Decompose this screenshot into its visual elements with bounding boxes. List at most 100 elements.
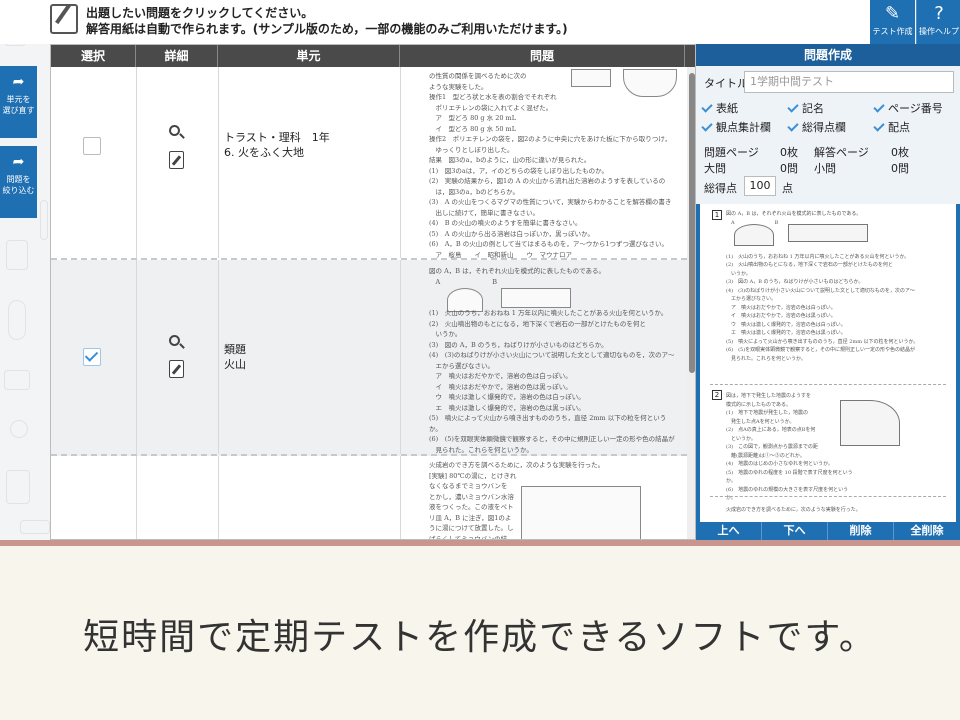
option-cover[interactable]: 表紙 (702, 100, 738, 116)
question-text-line: 操作2 ポリエチレンの袋を，図2のように中央に穴をあけた板に下から取りつけ， (429, 135, 672, 143)
question-icon: ? (934, 3, 944, 24)
caption-banner: 短時間で定期テストを作成できるソフトです。 (0, 540, 960, 720)
total-score-unit: 点 (782, 182, 793, 195)
question-text-line (726, 227, 926, 236)
table-row[interactable]: 火成岩のでき方を調べるために，次のような実験を行った。 [実験] 80℃の湯に，と… (51, 456, 687, 539)
question-text-line: の性質の関係を調べるために次の (429, 72, 527, 80)
panel-settings: タイトル 1学期中間テスト 表紙 記名 ページ番号 観点集計欄 総得点欄 配点 … (696, 66, 960, 204)
table-header: 選択 詳細 単元 問題 (51, 45, 695, 67)
question-text-line: (5) 地震のゆれの程度を 10 段階で表す尺度を何というか。 (726, 469, 853, 485)
question-text-line: (2) 火山噴出物のもとになる，地下深くで岩石の一部がとけたものを何と (429, 319, 646, 328)
option-page-number[interactable]: ページ番号 (874, 100, 943, 116)
table-row[interactable]: 類題 火山 図の A，B は，それぞれ火山を模式的に表したものである。 A B … (51, 260, 687, 456)
question-text-line: 模式的に示したものである。 (726, 401, 791, 408)
caption-text: 短時間で定期テストを作成できるソフトです。 (83, 617, 877, 658)
question-text-line: (2) 実験の結果から，図1の A の火山から流れ出た溶岩のようすを表しているの (429, 177, 666, 185)
test-create-button[interactable]: ✎ テスト作成 (870, 0, 915, 44)
table-scrollbar[interactable] (687, 67, 695, 539)
question-text-line: イ 噴火はおだやかで，溶岩の色は黒っぽい。 (726, 313, 836, 319)
scrollbar-thumb[interactable] (689, 73, 695, 373)
question-text-line: (5) A の火山から出る溶岩は白っぽいか，黒っぽいか。 (429, 229, 594, 238)
question-text-line: は，図3のa，bのどちらか。 (429, 187, 520, 196)
edit-document-icon[interactable] (169, 360, 184, 378)
question-text-line: なくなるまでミョウバンを (429, 482, 508, 490)
question-text-line: (6) (5)を双眼実体顕微鏡で観察すると，その中に規則正しい一定の形や色の結晶… (726, 347, 915, 353)
preview-question-number: 2 (712, 390, 722, 400)
reselect-unit-button[interactable]: ➦ 単元を 選び直す (0, 66, 37, 138)
select-checkbox-checked[interactable] (83, 348, 101, 366)
unit-line-2: 火山 (224, 358, 246, 371)
unit-label: 類題 火山 (224, 342, 246, 372)
question-preview: の性質の関係を調べるために次の ような実験をした。 操作1 型どろ状と水を表の割合で… (429, 71, 679, 260)
question-text-line: いうか。 (726, 270, 751, 277)
question-text-line: というか。 (726, 435, 756, 442)
unit-line-2: 6. 火をふく大地 (224, 146, 304, 159)
instruction-text: 出題したい問題をクリックしてください。 解答用紙は自動で作られます。(サンプル版… (86, 5, 568, 37)
question-text-line: エ 噴火は激しく爆発的で，溶岩の色は黒っぽい。 (429, 403, 585, 412)
answer-pages-label: 解答ページ (814, 146, 869, 159)
question-text-line: 出しに続けて，簡単に書きなさい。 (429, 208, 540, 217)
filter-questions-label-1: 問題を (6, 175, 31, 184)
magnify-icon[interactable] (169, 335, 185, 351)
question-text-line: (3) A の火山をつくるマグマの性質について，実験からわかることを解答欄の書き (429, 198, 672, 206)
preview-question-text: 図の A，B は，それぞれ火山を模式的に表したものである。 A B (1) 火山… (726, 210, 926, 363)
question-text-line: ア 型どろ 80 g 水 20 mL (429, 114, 517, 122)
question-text-line: エから選びなさい。 (429, 361, 495, 370)
document-edit-icon: ✎ (884, 3, 901, 24)
question-text-line: (1) 火山のうち，おおねね 1 万年以内に噴火したことがある火山を何というか。 (429, 309, 668, 317)
question-text-line: リ皿 A，B に注ぎ，図1のよ (429, 513, 512, 522)
reselect-unit-label-2: 選び直す (2, 106, 35, 115)
question-table: 選択 詳細 単元 問題 トラスト・理科 1年 6. 火をふく大地 の性質の関係を… (50, 44, 696, 540)
minor-question-label: 小問 (814, 162, 836, 175)
delete-button[interactable]: 削除 (828, 522, 894, 540)
question-text-line: ア 桜島 イ 昭和新山 ウ マウナロア (429, 250, 573, 259)
total-score-input[interactable]: 100 (744, 176, 776, 196)
move-down-button[interactable]: 下へ (762, 522, 828, 540)
share-arrow-icon: ➦ (12, 74, 25, 90)
title-input[interactable]: 1学期中間テスト (744, 71, 954, 93)
question-text-line: A B (726, 219, 779, 226)
option-total-score-box[interactable]: 総得点欄 (788, 119, 846, 135)
share-arrow-icon: ➦ (12, 154, 25, 170)
help-button[interactable]: ? 操作ヘルプ (916, 0, 960, 44)
test-builder-panel: 問題作成 タイトル 1学期中間テスト 表紙 記名 ページ番号 観点集計欄 総得点… (696, 44, 960, 540)
filter-questions-button[interactable]: ➦ 問題を 絞り込む (0, 146, 37, 218)
question-text-line: (5) 噴火によって火山から噴き出すもののうち，直径 2mm 以下の粒を何という… (429, 414, 667, 433)
question-text-line: とかし，濃いミョウバン水溶 (429, 492, 514, 501)
question-text-line: (5) 噴火によって火山から噴き出すもののうち，直径 2mm 以下の粒を何という… (726, 338, 919, 345)
option-points[interactable]: 配点 (874, 119, 910, 135)
question-text-line: イ 型どろ 80 g 水 50 mL (429, 124, 517, 133)
question-text-line: エから選びなさい。 (726, 296, 777, 302)
question-text-line: (6) (5)を双眼実体顕微鏡で観察すると，その中に規則正しい一定の形や色の結晶… (429, 435, 675, 443)
instruction-line-1: 出題したい問題をクリックしてください。 (86, 6, 314, 20)
question-text-line: ウ 噴火は激しく爆発的で，溶岩の色は白っぽい。 (726, 321, 846, 328)
instruction-bar: 出題したい問題をクリックしてください。 解答用紙は自動で作られます。(サンプル版… (0, 0, 870, 44)
question-text-line (429, 298, 679, 309)
question-text-line: ウ 噴火は激しく爆発的で，溶岩の色は白っぽい。 (429, 393, 585, 401)
test-create-label: テスト作成 (872, 27, 913, 36)
header-detail: 詳細 (136, 45, 218, 67)
select-checkbox[interactable] (83, 137, 101, 155)
question-text-line: (4) (3)のねばりけが小さい火山について説明した文として適切なものを，次のア… (429, 351, 675, 359)
question-text-line: いうか。 (429, 330, 462, 338)
option-name[interactable]: 記名 (788, 100, 824, 116)
question-text-line: ア 噴火はおだやかで，溶岩の色は白っぽい。 (429, 372, 572, 380)
major-question-label: 大問 (704, 162, 726, 175)
move-up-button[interactable]: 上へ (696, 522, 762, 540)
question-text-line: (4) (3)のねばりけが小さい火山について説明した文として適切なものを，次のア… (726, 287, 915, 294)
option-viewpoint-summary[interactable]: 観点集計欄 (702, 119, 771, 135)
question-text-line: (3) この図で，観測点から震源までの距 (726, 444, 818, 450)
question-text-line: (2) 点Aの真上にある，地表の点Bを何 (726, 427, 816, 433)
question-text-line: 図の A，B は，それぞれ火山を模式的に表したものである。 (726, 211, 862, 217)
delete-all-button[interactable]: 全削除 (894, 522, 960, 540)
edit-document-icon[interactable] (169, 151, 184, 169)
question-text-line: 発生した点Aを何というか。 (726, 418, 795, 425)
filter-questions-label-2: 絞り込む (2, 186, 35, 195)
magnify-icon[interactable] (169, 125, 185, 141)
question-text-line: (6) 地震のゆれの規模の大きさを表す尺度を何というか。 (726, 486, 849, 502)
unit-line-1: 類題 (224, 343, 246, 356)
question-pages-value: 0枚 (780, 146, 798, 159)
table-row[interactable]: トラスト・理科 1年 6. 火をふく大地 の性質の関係を調べるために次の ような実… (51, 67, 687, 260)
question-text-line: イ 噴火はおだやかで，溶岩の色は黒っぽい。 (429, 382, 572, 391)
minor-question-value: 0問 (891, 162, 909, 175)
